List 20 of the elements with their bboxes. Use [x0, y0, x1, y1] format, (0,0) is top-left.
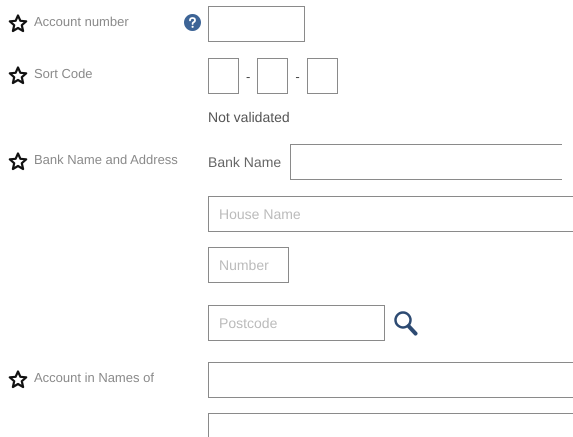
input-field[interactable] — [208, 362, 573, 398]
input-field[interactable]: House Name — [208, 196, 573, 232]
sort-code-field[interactable] — [257, 58, 288, 94]
field-label: Account number — [34, 13, 130, 31]
input-field[interactable] — [208, 6, 305, 42]
separator-dash: - — [295, 68, 300, 84]
sort-code-field[interactable] — [208, 58, 239, 94]
input-field[interactable]: Postcode — [208, 305, 385, 341]
validation-status: Not validated — [208, 109, 290, 125]
bank-name-field[interactable] — [290, 144, 562, 180]
input-field[interactable] — [208, 413, 573, 437]
input-field[interactable]: Number — [208, 247, 289, 283]
field-label: Bank Name and Address — [34, 151, 179, 169]
search-icon[interactable] — [393, 310, 418, 336]
bank-name-label: Bank Name — [208, 154, 282, 170]
sort-code-field[interactable] — [306, 58, 338, 94]
field-label: Account in Names of — [34, 369, 155, 387]
separator-dash: - — [246, 68, 250, 84]
field-label: Sort Code — [34, 65, 94, 83]
help-icon[interactable] — [184, 14, 201, 31]
